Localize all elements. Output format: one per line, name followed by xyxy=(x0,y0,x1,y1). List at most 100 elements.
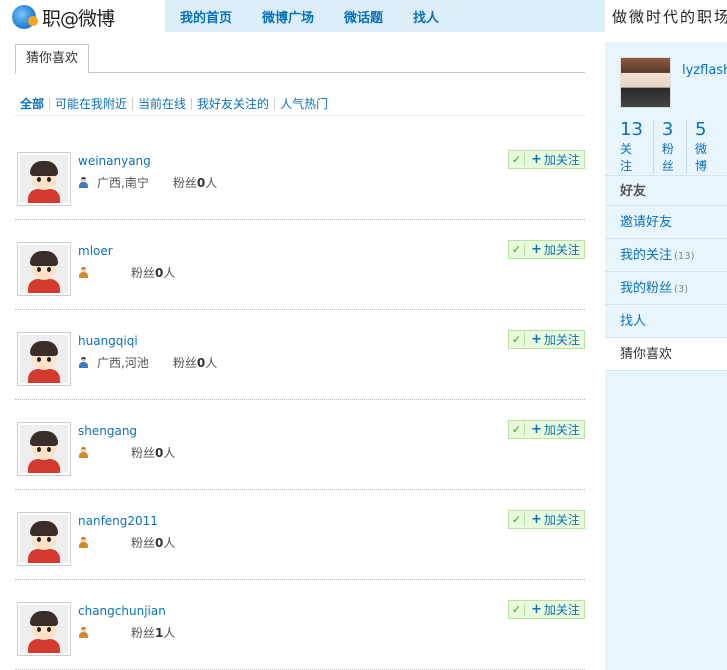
stat-following-label: 关注 xyxy=(620,142,633,173)
follow-button[interactable]: ✓ + 加关注 xyxy=(508,510,585,529)
follow-label: 加关注 xyxy=(543,603,580,617)
sidebar-menu: 好友 邀请好友 我的关注 (13) 我的粉丝 (3) 找人 猜你喜欢 xyxy=(605,175,727,371)
fans-label: 粉丝 xyxy=(172,356,197,370)
filter-nearby[interactable]: 可能在我附近 xyxy=(50,95,132,112)
sidebar-item-1[interactable]: 我的关注 (13) xyxy=(605,239,727,272)
stat-weibo-num: 5 xyxy=(694,119,707,140)
follow-button[interactable]: ✓ + 加关注 xyxy=(508,150,585,169)
user-avatar[interactable] xyxy=(17,332,71,386)
slogan: 做微时代的职场 xyxy=(612,8,727,26)
female-icon xyxy=(78,267,89,278)
top-header: 职@微博 我的首页 微博广场 微话题 找人 做微时代的职场 xyxy=(0,0,727,32)
stat-fans-label: 粉丝 xyxy=(661,142,674,173)
user-avatar[interactable] xyxy=(17,512,71,566)
right-sidebar: lyzflash 13 关注 3 粉丝 5 微博 好友 邀请好友 我的关注 (13)… xyxy=(605,42,727,670)
plus-icon: + xyxy=(531,152,542,167)
user-location: 广西,南宁 xyxy=(97,176,149,190)
stat-weibo-label: 微博 xyxy=(694,142,707,173)
male-icon xyxy=(78,357,89,368)
user-list: weinanyang 广西,南宁 粉丝 0 人 ✓ + 加关注 mloer 粉丝 0 人 xyxy=(15,130,585,670)
site-logo[interactable]: 职@微博 xyxy=(12,4,115,30)
plus-icon: + xyxy=(531,512,542,527)
follow-label: 加关注 xyxy=(543,423,580,437)
default-avatar-icon xyxy=(20,155,68,203)
tab-bar: 猜你喜欢 xyxy=(15,43,585,74)
user-name-link[interactable]: changchunjian xyxy=(78,604,166,618)
sidebar-item-0[interactable]: 邀请好友 xyxy=(605,206,727,239)
follow-button[interactable]: ✓ + 加关注 xyxy=(508,330,585,349)
fans-unit: 人 xyxy=(163,266,176,280)
filter-all[interactable]: 全部 xyxy=(15,95,49,112)
fans-unit: 人 xyxy=(163,626,176,640)
fans-count: 0 xyxy=(196,175,206,190)
stat-following-num: 13 xyxy=(620,119,643,140)
user-name-link[interactable]: huangqiqi xyxy=(78,334,138,348)
fans-unit: 人 xyxy=(163,446,176,460)
fans-label: 粉丝 xyxy=(131,266,156,280)
user-avatar[interactable] xyxy=(17,422,71,476)
profile-avatar[interactable] xyxy=(620,57,671,108)
fans-unit: 人 xyxy=(205,176,218,190)
follow-label: 加关注 xyxy=(543,153,580,167)
user-avatar[interactable] xyxy=(17,152,71,206)
stat-following[interactable]: 13 关注 xyxy=(620,120,654,174)
user-avatar[interactable] xyxy=(17,242,71,296)
user-meta: 粉丝 0 人 xyxy=(78,264,175,281)
sidebar-item-3[interactable]: 找人 xyxy=(605,305,727,338)
user-row: shengang 粉丝 0 人 ✓ + 加关注 xyxy=(15,400,585,490)
filter-popular[interactable]: 人气热门 xyxy=(275,95,333,112)
tab-guess-you-like[interactable]: 猜你喜欢 xyxy=(15,44,90,74)
stat-fans-num: 3 xyxy=(661,119,674,140)
plus-icon: + xyxy=(531,332,542,347)
follow-button[interactable]: ✓ + 加关注 xyxy=(508,420,585,439)
nav-square[interactable]: 微博广场 xyxy=(262,7,314,26)
user-name-link[interactable]: shengang xyxy=(78,424,137,438)
default-avatar-icon xyxy=(20,245,68,293)
sidebar-item-count: (13) xyxy=(674,251,695,262)
sidebar-item-4[interactable]: 猜你喜欢 xyxy=(605,338,727,371)
user-name-link[interactable]: weinanyang xyxy=(78,154,151,168)
logo-text: 职@微博 xyxy=(42,7,115,30)
follow-label: 加关注 xyxy=(543,513,580,527)
check-icon: ✓ xyxy=(509,423,525,436)
user-name-link[interactable]: mloer xyxy=(78,244,113,258)
user-name-link[interactable]: nanfeng2011 xyxy=(78,514,158,528)
profile-username[interactable]: lyzflash xyxy=(682,63,727,78)
follow-button[interactable]: ✓ + 加关注 xyxy=(508,240,585,259)
fans-count: 1 xyxy=(155,625,164,640)
sidebar-item-label: 猜你喜欢 xyxy=(620,347,673,362)
user-avatar[interactable] xyxy=(17,602,71,656)
user-row: huangqiqi 广西,河池 粉丝 0 人 ✓ + 加关注 xyxy=(15,310,585,400)
check-icon: ✓ xyxy=(509,513,525,526)
fans-label: 粉丝 xyxy=(131,536,156,550)
user-meta: 广西,河池 粉丝 0 人 xyxy=(78,354,217,371)
fans-count: 0 xyxy=(155,265,164,280)
stat-fans[interactable]: 3 粉丝 xyxy=(662,120,687,174)
check-icon: ✓ xyxy=(509,333,525,346)
follow-button[interactable]: ✓ + 加关注 xyxy=(508,600,585,619)
filter-online[interactable]: 当前在线 xyxy=(133,95,191,112)
user-meta: 粉丝 1 人 xyxy=(78,624,175,641)
fans-label: 粉丝 xyxy=(131,626,156,640)
default-avatar-icon xyxy=(20,425,68,473)
main-nav: 我的首页 微博广场 微话题 找人 xyxy=(165,0,605,32)
filter-bar: 全部 可能在我附近 当前在线 我好友关注的 人气热门 xyxy=(15,92,585,116)
nav-topics[interactable]: 微话题 xyxy=(344,7,383,26)
check-icon: ✓ xyxy=(509,603,525,616)
check-icon: ✓ xyxy=(509,153,525,166)
user-meta: 粉丝 0 人 xyxy=(78,444,175,461)
user-row: mloer 粉丝 0 人 ✓ + 加关注 xyxy=(15,220,585,310)
default-avatar-icon xyxy=(20,335,68,383)
nav-home[interactable]: 我的首页 xyxy=(180,7,232,26)
stat-weibo[interactable]: 5 微博 xyxy=(695,120,719,174)
user-row: nanfeng2011 粉丝 0 人 ✓ + 加关注 xyxy=(15,490,585,580)
sidebar-item-2[interactable]: 我的粉丝 (3) xyxy=(605,272,727,305)
sidebar-item-count: (3) xyxy=(674,284,689,295)
check-icon: ✓ xyxy=(509,243,525,256)
user-meta: 广西,南宁 粉丝 0 人 xyxy=(78,174,217,191)
fans-count: 0 xyxy=(155,445,164,460)
filter-friends-follow[interactable]: 我好友关注的 xyxy=(192,95,274,112)
nav-find-people[interactable]: 找人 xyxy=(413,7,439,26)
sidebar-item-label: 我的关注 xyxy=(620,248,673,263)
default-avatar-icon xyxy=(20,515,68,563)
